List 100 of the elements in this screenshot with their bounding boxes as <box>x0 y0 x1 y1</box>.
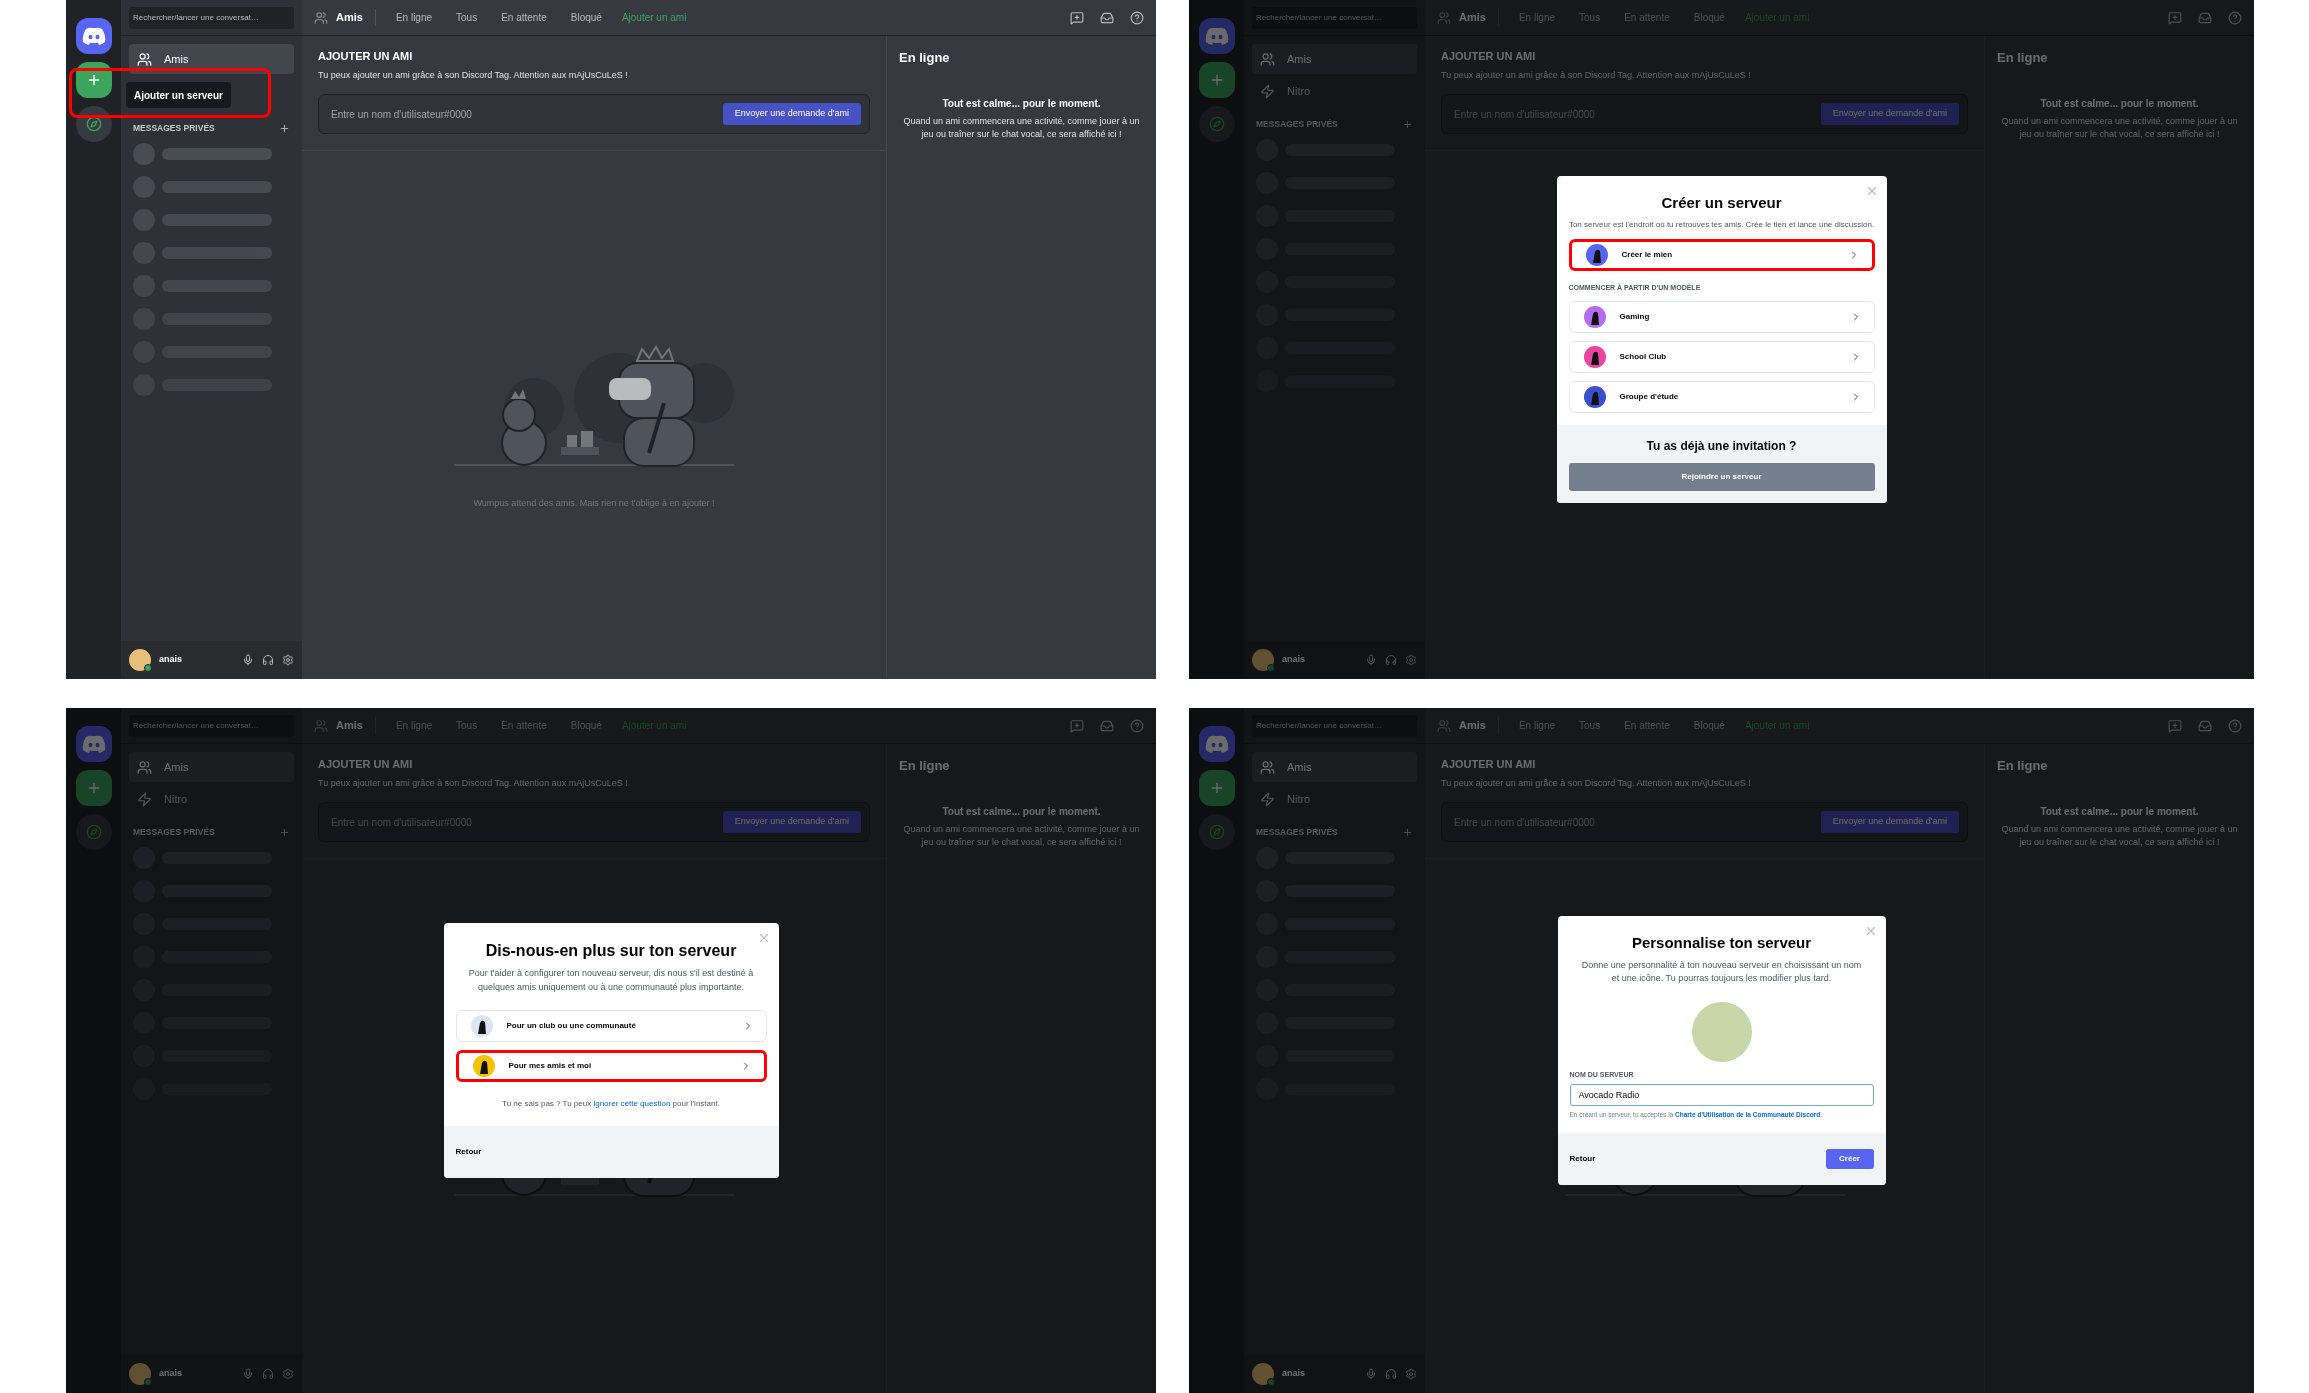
sidebar-item-label: Amis <box>164 759 189 775</box>
illustration-icon <box>468 1013 495 1039</box>
tab[interactable]: Bloqué <box>566 10 606 25</box>
send-request-button[interactable]: Envoyer une demande d'ami <box>1820 103 1959 125</box>
sidebar-item[interactable]: Amis <box>1252 44 1417 74</box>
nitro-icon <box>1260 83 1275 99</box>
section-label: MESSAGES PRIVÉS <box>1256 118 1338 131</box>
friends-icon <box>314 718 328 733</box>
header-title: Amis <box>1459 10 1486 26</box>
option-button[interactable]: Créer le mien <box>1568 238 1875 271</box>
username: anais <box>159 653 183 667</box>
option-button[interactable]: Groupe d'étude <box>1568 381 1875 413</box>
sidebar-item[interactable]: Amis <box>129 752 294 782</box>
panel-title: En ligne <box>1997 49 2049 67</box>
search-field[interactable]: Rechercher/lancer une conversat… <box>129 6 294 29</box>
illustration-icon <box>1581 384 1608 410</box>
section-title: AJOUTER UN AMI <box>318 757 414 772</box>
illustration-icon <box>1583 241 1610 268</box>
option-button[interactable]: Pour mes amis et moi <box>455 1050 767 1082</box>
illustration-icon <box>470 1053 497 1079</box>
illustration-icon <box>1581 344 1608 370</box>
modal-title: Personnalise ton serveur <box>1631 933 1812 954</box>
back-button[interactable]: Retour <box>455 1146 482 1158</box>
option-button[interactable]: School Club <box>1568 341 1875 373</box>
section-title: AJOUTER UN AMI <box>1441 757 1537 772</box>
friends-icon <box>137 51 152 67</box>
nitro-icon <box>1260 791 1275 807</box>
logo-icon <box>81 735 106 753</box>
username: anais <box>1282 653 1306 667</box>
logo-icon <box>81 27 106 45</box>
username-field[interactable]: Entre un nom d'utilisateur#0000 Envoyer une demande d'ami <box>318 94 870 134</box>
empty-heading: Tout est calme... pour le moment. <box>2040 96 2199 111</box>
sidebar-item[interactable]: Amis <box>1252 752 1417 782</box>
section-label: MESSAGES PRIVÉS <box>133 122 215 135</box>
add-friend-tab[interactable]: Ajouter un ami <box>621 10 687 25</box>
friends-icon <box>1437 10 1451 25</box>
modal-description: Ton serveur est l'endroit où tu retrouves tes amis. Crée le tien et lance une discussion. <box>1568 218 1875 231</box>
friends-icon <box>1260 759 1275 775</box>
option-button[interactable]: Gaming <box>1568 301 1875 333</box>
empty-description: Quand un ami commencera une activité, comme jouer à un jeu ou traîner sur le chat vocal, ce sera affiché ici ! <box>902 114 1141 141</box>
compass-icon <box>85 824 102 840</box>
sidebar-item[interactable]: Nitro <box>1252 76 1417 106</box>
explore-button[interactable] <box>75 106 112 142</box>
username: anais <box>159 1367 183 1381</box>
friends-icon <box>1437 718 1451 733</box>
sidebar-item[interactable]: Nitro <box>1252 784 1417 814</box>
create-button[interactable]: Créer <box>1825 1148 1874 1169</box>
friends-icon <box>137 759 152 775</box>
footer-title: Tu as déjà une invitation ? <box>1646 438 1797 455</box>
header-title: Amis <box>336 10 363 26</box>
username: anais <box>1282 1367 1306 1381</box>
logo-icon <box>1204 27 1229 45</box>
settings-icon[interactable] <box>282 654 294 666</box>
section-description: Tu peux ajouter un ami grâce à son Discord Tag. Attention aux mAjUsCuLeS ! <box>318 68 629 82</box>
skip-link[interactable]: ignorer cette question <box>593 1099 671 1108</box>
tab[interactable]: En ligne <box>391 10 437 25</box>
tab[interactable]: En attente <box>497 10 551 25</box>
inbox-icon[interactable] <box>1100 10 1114 25</box>
section-title: AJOUTER UN AMI <box>318 49 414 64</box>
back-button[interactable]: Retour <box>1569 1152 1596 1165</box>
sidebar-item-label: Nitro <box>164 791 188 807</box>
friends-icon <box>314 10 328 25</box>
plus-icon[interactable] <box>279 122 290 134</box>
sidebar-item-label: Nitro <box>1287 83 1311 99</box>
compass-icon <box>1208 116 1225 132</box>
empty-heading: Tout est calme... pour le moment. <box>942 96 1101 111</box>
header-title: Amis <box>336 718 363 734</box>
microphone-icon[interactable] <box>242 654 254 666</box>
sidebar-item-label: Amis <box>1287 759 1312 775</box>
tab[interactable]: Tous <box>452 10 482 25</box>
modal-description: Donne une personnalité à ton nouveau serveur en choisissant un nom et une icône. Tu pourras toujours les modifier plus tard. <box>1580 958 1863 986</box>
option-button[interactable]: Pour un club ou une communauté <box>455 1010 767 1042</box>
sidebar-item-label: Amis <box>1287 51 1312 67</box>
sidebar-item-label: Amis <box>164 51 189 67</box>
modal-description: Pour t'aider à configurer ton nouveau serveur, dis nous s'il est destiné à quelques amis uniquement ou à une communauté plus importante. <box>467 967 755 994</box>
hint-text: Tu ne sais pas ? Tu peux ignorer cette question pour l'instant. <box>501 1098 721 1110</box>
nitro-icon <box>137 791 152 807</box>
section-label: MESSAGES PRIVÉS <box>1256 826 1338 839</box>
server-name-field[interactable]: Avocado Radio <box>1569 1084 1874 1107</box>
send-request-button[interactable]: Envoyer une demande d'ami <box>722 103 861 125</box>
panel-title: En ligne <box>1997 757 2049 775</box>
tooltip: Ajouter un serveur <box>126 82 231 108</box>
join-server-button[interactable]: Rejoindre un serveur <box>1568 463 1875 491</box>
panel-title: En ligne <box>899 49 951 67</box>
sidebar-item[interactable]: Nitro <box>129 784 294 814</box>
sidebar-item-label: Nitro <box>1287 791 1311 807</box>
section-label: MESSAGES PRIVÉS <box>133 826 215 839</box>
send-request-button[interactable]: Envoyer une demande d'ami <box>1820 811 1959 833</box>
compass-icon <box>1208 824 1225 840</box>
help-icon[interactable] <box>1130 10 1144 25</box>
new-message-icon[interactable] <box>1070 10 1084 25</box>
home-button[interactable] <box>75 18 112 54</box>
compass-icon <box>85 116 102 132</box>
panel-title: En ligne <box>899 757 951 775</box>
logo-icon <box>1204 735 1229 753</box>
headphones-icon[interactable] <box>262 654 274 666</box>
empty-heading: Tout est calme... pour le moment. <box>942 804 1101 819</box>
empty-heading: Tout est calme... pour le moment. <box>2040 804 2199 819</box>
friends-icon <box>1260 51 1275 67</box>
modal-title: Dis-nous-en plus sur ton serveur <box>485 941 737 961</box>
